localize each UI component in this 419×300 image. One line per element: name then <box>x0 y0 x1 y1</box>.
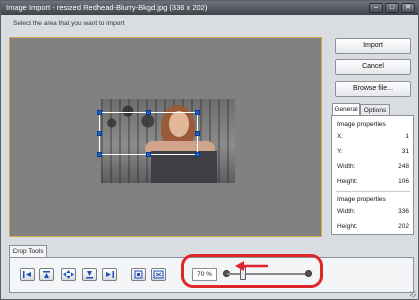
zoom-in-icon[interactable] <box>305 270 312 277</box>
fill-icon[interactable] <box>151 268 166 281</box>
close-button[interactable]: ✕ <box>401 3 415 13</box>
instruction-text: Select the area that you want to import <box>13 20 125 27</box>
crop-handle-top-right[interactable] <box>195 110 200 115</box>
center-icon[interactable] <box>61 268 76 281</box>
title-bar[interactable]: Image Import - resized Redhead-Blurry-Bk… <box>1 1 418 15</box>
image-preview-canvas[interactable] <box>9 37 322 237</box>
minimize-button[interactable]: – <box>369 3 383 13</box>
fit-icon[interactable] <box>131 268 146 281</box>
arrow-left-icon <box>235 261 268 271</box>
import-button[interactable]: Import <box>335 38 411 54</box>
align-bottom-icon[interactable] <box>82 268 97 281</box>
maximize-button[interactable]: □ <box>385 3 399 13</box>
cancel-button[interactable]: Cancel <box>335 59 411 75</box>
crop-rectangle[interactable] <box>99 112 198 155</box>
align-top-icon[interactable] <box>39 268 54 281</box>
divider <box>336 191 410 192</box>
align-right-icon[interactable] <box>102 268 117 281</box>
image-properties-heading: Image properties <box>337 196 386 203</box>
crop-handle-bottom-left[interactable] <box>97 152 102 157</box>
crop-handle-bottom[interactable] <box>146 152 151 157</box>
align-left-icon[interactable] <box>20 268 35 281</box>
crop-handle-top-left[interactable] <box>97 110 102 115</box>
resize-grip[interactable] <box>410 291 416 297</box>
crop-handle-right[interactable] <box>195 131 200 136</box>
crop-handle-top[interactable] <box>146 110 151 115</box>
image-import-dialog: Image Import - resized Redhead-Blurry-Bk… <box>0 0 419 300</box>
window-title: Image Import - resized Redhead-Blurry-Bk… <box>6 3 208 12</box>
zoom-value[interactable]: 70 % <box>192 268 217 281</box>
crop-properties-heading: Image properties <box>337 121 386 128</box>
crop-handle-left[interactable] <box>97 131 102 136</box>
browse-file-button[interactable]: Browse file... <box>335 81 411 97</box>
crop-handle-bottom-right[interactable] <box>195 152 200 157</box>
properties-panel: Image properties X: 1 Y: 31 Width: 248 H… <box>331 115 414 235</box>
